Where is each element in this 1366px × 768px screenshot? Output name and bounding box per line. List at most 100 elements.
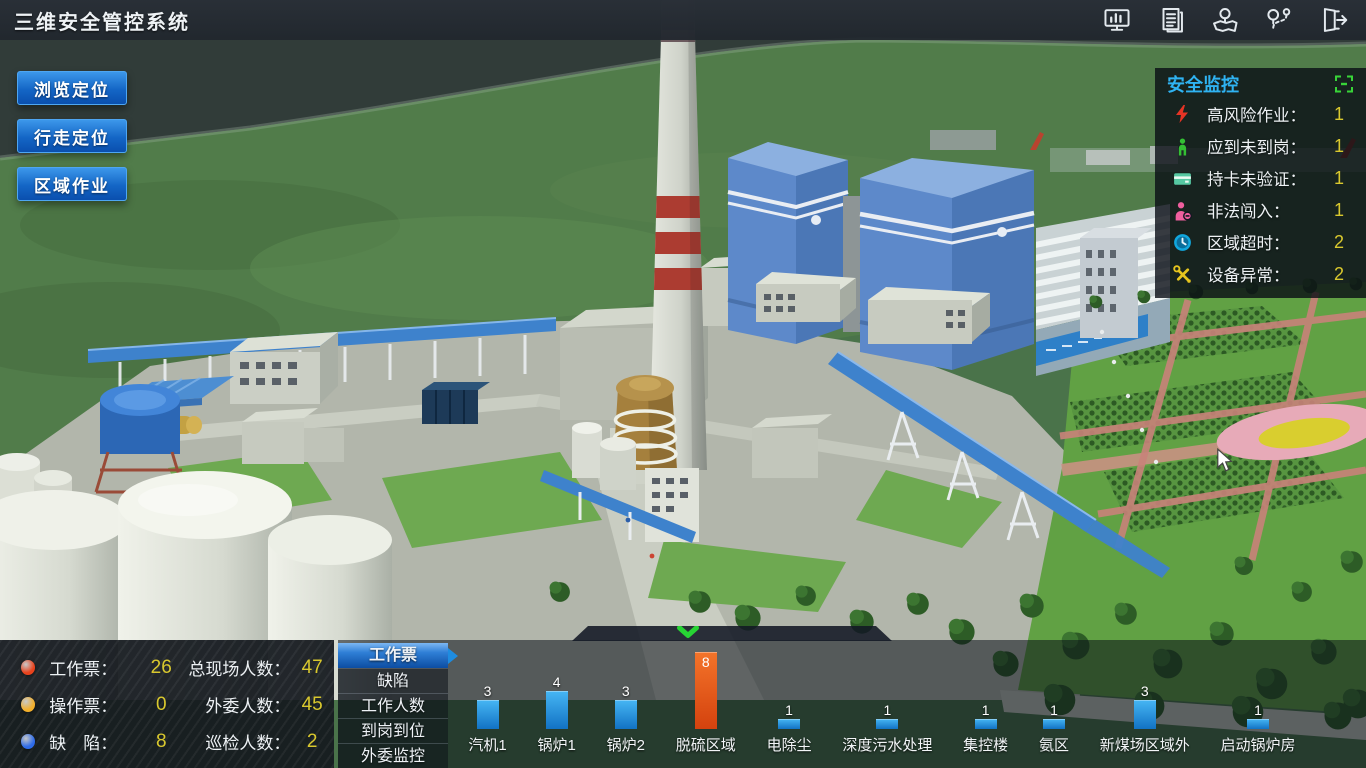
bar[interactable]	[975, 719, 997, 729]
bottom-panel-handle[interactable]	[572, 626, 892, 641]
nav-button-0[interactable]: 浏览定位	[17, 71, 127, 105]
bar-value: 4	[553, 673, 561, 691]
stats-row: 缺 陷：8巡检人数：2	[0, 723, 334, 760]
bar-label: 锅炉2	[607, 734, 645, 754]
bar[interactable]	[876, 719, 898, 729]
bar[interactable]	[546, 691, 568, 729]
stat-label: 缺 陷：	[49, 729, 138, 754]
bar-column: 3 新煤场区域外	[1100, 682, 1190, 754]
security-item-value: 2	[1322, 232, 1356, 253]
bar-value: 1	[883, 701, 891, 719]
stats-row: 操作票：0外委人数：45	[0, 686, 334, 723]
bar[interactable]	[1247, 719, 1269, 729]
bar-label: 集控楼	[963, 734, 1008, 754]
bar-column: 8脱硫区域	[676, 634, 736, 754]
stat-value: 8	[138, 731, 184, 753]
bar-value: 1	[1050, 701, 1058, 719]
security-item[interactable]: 设备异常：2	[1155, 258, 1366, 290]
bar-value: 1	[982, 701, 990, 719]
security-item-value: 1	[1322, 168, 1356, 189]
tab-2[interactable]: 工作人数	[338, 693, 448, 718]
bar[interactable]	[778, 719, 800, 729]
clock-icon	[1169, 232, 1195, 253]
app-title: 三维安全管控系统	[0, 6, 190, 35]
bar[interactable]	[1134, 700, 1156, 729]
bar[interactable]	[1043, 719, 1065, 729]
bar-value: 1	[1254, 701, 1262, 719]
stat-value: 47	[290, 657, 334, 679]
bar[interactable]: 8	[695, 652, 717, 729]
security-item[interactable]: 应到未到岗：1	[1155, 130, 1366, 162]
tab-4[interactable]: 外委监控	[338, 743, 448, 768]
bar-column: 1 启动锅炉房	[1221, 701, 1296, 754]
bar-value: 3	[1141, 682, 1149, 700]
bar-label: 电除尘	[767, 734, 812, 754]
intruder-icon	[1169, 200, 1195, 221]
stats-row: 工作票：26总现场人数：47	[0, 649, 334, 686]
status-dot	[21, 734, 35, 749]
bar-value: 8	[695, 654, 717, 670]
security-item-label: 非法闯入：	[1207, 198, 1322, 222]
security-item-label: 高风险作业：	[1207, 102, 1322, 126]
stat-label: 巡检人数：	[184, 729, 290, 754]
security-item-label: 区域超时：	[1207, 230, 1322, 254]
bar-column: 1 集控楼	[963, 701, 1008, 754]
stat-value: 26	[138, 657, 184, 679]
stat-value: 45	[290, 694, 334, 716]
status-dot	[21, 697, 35, 712]
security-item-label: 持卡未验证：	[1207, 166, 1322, 190]
security-item-value: 2	[1322, 264, 1356, 285]
tab-0[interactable]: 工作票	[338, 643, 448, 668]
security-panel: 安全监控 高风险作业：1应到未到岗：1持卡未验证：1非法闯入：1区域超时：2设备…	[1155, 68, 1366, 298]
security-item-value: 1	[1322, 104, 1356, 125]
stat-label: 操作票：	[49, 692, 138, 717]
left-nav: 浏览定位行走定位区域作业	[17, 71, 127, 215]
nav-button-1[interactable]: 行走定位	[17, 119, 127, 153]
logout-icon[interactable]	[1316, 5, 1350, 35]
person-icon	[1169, 137, 1195, 156]
security-item-value: 1	[1322, 200, 1356, 221]
scan-brackets-icon[interactable]	[1332, 72, 1356, 96]
bar-column: 4 锅炉1	[538, 673, 576, 754]
bar-label: 锅炉1	[538, 734, 576, 754]
security-item-label: 应到未到岗：	[1207, 134, 1322, 158]
tab-3[interactable]: 到岗到位	[338, 718, 448, 743]
tools-icon	[1169, 264, 1195, 285]
area-bar-chart: 3汽机14锅炉13锅炉28脱硫区域1电除尘1深度污水处理1集控楼1氨区3新煤场区…	[453, 640, 1311, 768]
tab-1[interactable]: 缺陷	[338, 668, 448, 693]
security-item[interactable]: 高风险作业：1	[1155, 98, 1366, 130]
id-card-icon	[1169, 168, 1195, 189]
lightning-icon	[1169, 104, 1195, 124]
stat-label: 工作票：	[49, 655, 138, 680]
stat-label: 外委人数：	[184, 692, 290, 717]
bar[interactable]	[477, 700, 499, 729]
map-location-icon[interactable]	[1208, 5, 1242, 35]
nav-button-2[interactable]: 区域作业	[17, 167, 127, 201]
route-track-icon[interactable]	[1262, 5, 1296, 35]
bottom-panel: 工作票缺陷工作人数到岗到位外委监控 3汽机14锅炉13锅炉28脱硫区域1电除尘1…	[338, 640, 1366, 768]
bar-column: 1深度污水处理	[842, 701, 932, 754]
app-root: 三维安全管控系统 浏览定位行走定位区域作业 安全监控	[0, 0, 1366, 768]
bar-column: 1 电除尘	[767, 701, 812, 754]
stat-label: 总现场人数：	[184, 655, 290, 680]
security-item-value: 1	[1322, 136, 1356, 157]
bar-column: 1氨区	[1039, 701, 1069, 754]
bar-value: 1	[785, 701, 793, 719]
stats-panel: 工作票：26总现场人数：47操作票：0外委人数：45缺 陷：8巡检人数：2	[0, 640, 334, 768]
bar-column: 3 锅炉2	[607, 682, 645, 754]
bar-label: 汽机1	[468, 734, 506, 754]
top-bar-icons	[1080, 5, 1366, 35]
dashboard-monitor-icon[interactable]	[1100, 5, 1134, 35]
bar-value: 3	[484, 682, 492, 700]
bar-value: 3	[622, 682, 630, 700]
bar-label: 新煤场区域外	[1100, 734, 1190, 754]
report-document-icon[interactable]	[1154, 5, 1188, 35]
security-item[interactable]: 持卡未验证：1	[1155, 162, 1366, 194]
security-items: 高风险作业：1应到未到岗：1持卡未验证：1非法闯入：1区域超时：2设备异常：2	[1155, 98, 1366, 290]
security-item[interactable]: 区域超时：2	[1155, 226, 1366, 258]
bar[interactable]	[615, 700, 637, 729]
top-bar: 三维安全管控系统	[0, 0, 1366, 40]
bottom-tab-menu: 工作票缺陷工作人数到岗到位外委监控	[338, 643, 448, 768]
security-item[interactable]: 非法闯入：1	[1155, 194, 1366, 226]
bar-label: 启动锅炉房	[1221, 734, 1296, 754]
